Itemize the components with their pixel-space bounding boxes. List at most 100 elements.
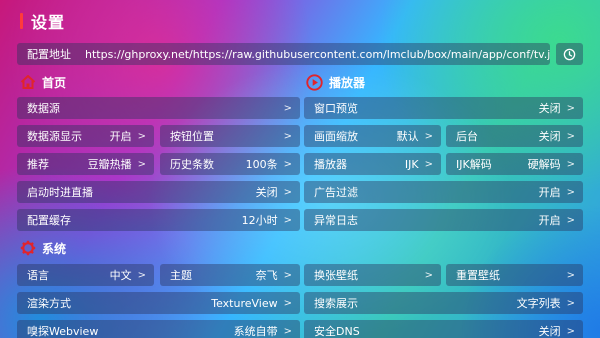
sniff-webview-value: 系统自带: [233, 325, 278, 338]
render-mode-value: TextureView: [211, 296, 278, 310]
config-url-field[interactable]: 配置地址 https://ghproxy.net/https://raw.git…: [17, 43, 550, 65]
section-player: 播放器: [306, 73, 365, 91]
secure-dns-button[interactable]: 安全DNS 关闭 >: [304, 320, 583, 338]
config-url-label: 配置地址: [27, 48, 71, 61]
error-log-button[interactable]: 异常日志 开启 >: [304, 209, 583, 231]
language-label: 语言: [27, 269, 49, 282]
reset-wallpaper-label: 重置壁纸: [456, 269, 500, 282]
search-display-value: 文字列表: [516, 297, 561, 310]
chevron-right-icon: >: [566, 297, 575, 309]
error-log-label: 异常日志: [314, 214, 358, 227]
recommend-value: 豆瓣热播: [87, 158, 132, 171]
data-source-display-value: 开启: [109, 130, 132, 143]
ad-filter-label: 广告过滤: [314, 186, 358, 199]
chevron-right-icon: >: [283, 214, 292, 226]
window-preview-label: 窗口预览: [314, 102, 358, 115]
search-display-button[interactable]: 搜索展示 文字列表 >: [304, 292, 583, 314]
player-select-value: IJK: [404, 157, 419, 171]
page-header: 设置: [20, 10, 65, 32]
scale-button[interactable]: 画面缩放 默认 >: [304, 125, 441, 147]
section-system-title: 系统: [42, 241, 67, 256]
chevron-right-icon: >: [566, 186, 575, 198]
chevron-right-icon: >: [566, 102, 575, 114]
secure-dns-label: 安全DNS: [314, 325, 360, 338]
chevron-right-icon: >: [283, 158, 292, 170]
chevron-right-icon: >: [283, 186, 292, 198]
play-circle-icon: [306, 73, 323, 91]
language-value: 中文: [109, 269, 132, 282]
scale-value: 默认: [396, 130, 419, 143]
chevron-right-icon: >: [566, 325, 575, 337]
history-button[interactable]: [556, 43, 583, 65]
chevron-right-icon: >: [566, 130, 575, 142]
window-preview-value: 关闭: [538, 102, 561, 115]
config-cache-value: 12小时: [241, 214, 278, 227]
section-home-title: 首页: [42, 75, 67, 90]
ad-filter-button[interactable]: 广告过滤 开启 >: [304, 181, 583, 203]
section-system: 系统: [20, 239, 66, 257]
chevron-right-icon: >: [566, 269, 575, 281]
startup-live-button[interactable]: 启动时进直播 关闭 >: [17, 181, 300, 203]
sniff-webview-label: 嗅探Webview: [27, 325, 99, 338]
theme-label: 主题: [170, 269, 192, 282]
section-home: 首页: [20, 73, 66, 91]
ijk-decode-button[interactable]: IJK解码 硬解码 >: [446, 153, 583, 175]
data-source-display-button[interactable]: 数据源显示 开启 >: [17, 125, 154, 147]
chevron-right-icon: >: [137, 269, 146, 281]
sniff-webview-button[interactable]: 嗅探Webview 系统自带 >: [17, 320, 300, 338]
startup-live-value: 关闭: [255, 186, 278, 199]
button-position-label: 按钮位置: [170, 130, 214, 143]
render-mode-label: 渲染方式: [27, 297, 71, 310]
chevron-right-icon: >: [566, 214, 575, 226]
config-cache-label: 配置缓存: [27, 214, 71, 227]
ijk-decode-value: 硬解码: [527, 158, 561, 171]
player-select-button[interactable]: 播放器 IJK >: [304, 153, 441, 175]
chevron-right-icon: >: [566, 158, 575, 170]
history-count-value: 100条: [245, 158, 278, 171]
history-count-button[interactable]: 历史条数 100条 >: [160, 153, 300, 175]
data-source-button[interactable]: 数据源 >: [17, 97, 300, 119]
startup-live-label: 启动时进直播: [27, 186, 93, 199]
reset-wallpaper-button[interactable]: 重置壁纸 >: [446, 264, 583, 286]
background-play-value: 关闭: [538, 130, 561, 143]
render-mode-button[interactable]: 渲染方式 TextureView >: [17, 292, 300, 314]
chevron-right-icon: >: [283, 269, 292, 281]
chevron-right-icon: >: [137, 130, 146, 142]
config-cache-button[interactable]: 配置缓存 12小时 >: [17, 209, 300, 231]
error-log-value: 开启: [538, 214, 561, 227]
title-accent-bar: [20, 13, 23, 29]
button-position-button[interactable]: 按钮位置 >: [160, 125, 300, 147]
scale-label: 画面缩放: [314, 130, 358, 143]
chevron-right-icon: >: [424, 130, 433, 142]
gear-icon: [20, 240, 36, 256]
ijk-decode-label: IJK解码: [456, 158, 492, 171]
recommend-button[interactable]: 推荐 豆瓣热播 >: [17, 153, 154, 175]
secure-dns-value: 关闭: [538, 325, 561, 338]
chevron-right-icon: >: [283, 297, 292, 309]
recommend-label: 推荐: [27, 158, 49, 171]
player-select-label: 播放器: [314, 158, 347, 171]
background-play-button[interactable]: 后台 关闭 >: [446, 125, 583, 147]
chevron-right-icon: >: [424, 158, 433, 170]
search-display-label: 搜索展示: [314, 297, 358, 310]
page-title: 设置: [31, 13, 66, 32]
chevron-right-icon: >: [137, 158, 146, 170]
history-icon: [563, 48, 576, 60]
data-source-label: 数据源: [27, 102, 60, 115]
theme-button[interactable]: 主题 奈飞 >: [160, 264, 300, 286]
home-icon: [20, 75, 36, 89]
window-preview-button[interactable]: 窗口预览 关闭 >: [304, 97, 583, 119]
history-count-label: 历史条数: [170, 158, 214, 171]
theme-value: 奈飞: [255, 269, 278, 282]
ad-filter-value: 开启: [538, 186, 561, 199]
language-button[interactable]: 语言 中文 >: [17, 264, 154, 286]
data-source-display-label: 数据源显示: [27, 130, 82, 143]
chevron-right-icon: >: [424, 269, 433, 281]
chevron-right-icon: >: [283, 130, 292, 142]
chevron-right-icon: >: [283, 102, 292, 114]
config-url-value: https://ghproxy.net/https://raw.githubus…: [85, 47, 550, 61]
background-play-label: 后台: [456, 130, 478, 143]
section-player-title: 播放器: [329, 75, 366, 90]
switch-wallpaper-button[interactable]: 换张壁纸 >: [304, 264, 441, 286]
switch-wallpaper-label: 换张壁纸: [314, 269, 358, 282]
